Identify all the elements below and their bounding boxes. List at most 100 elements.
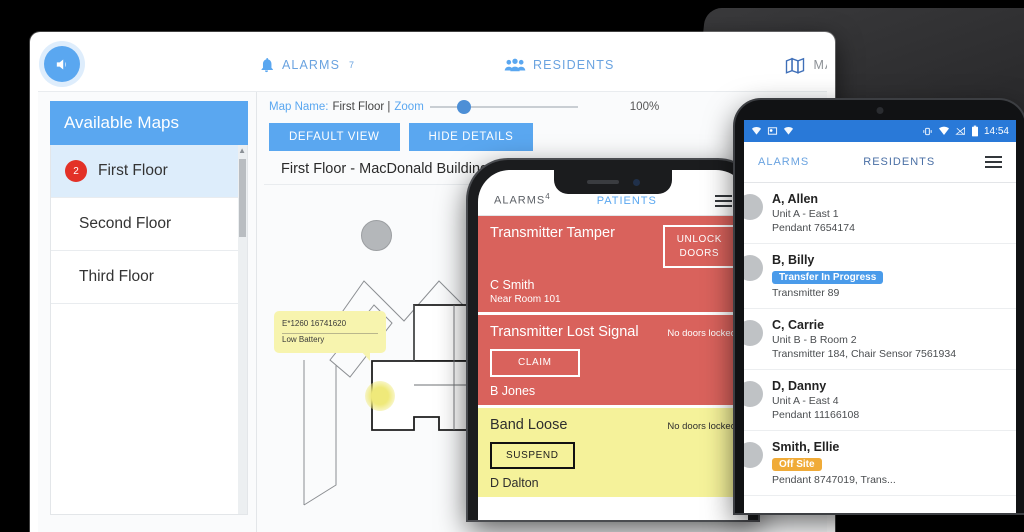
nav-item-maps[interactable]: MAPS (784, 56, 827, 74)
hamburger-icon[interactable] (985, 156, 1002, 168)
resident-devices: Pendant 7654174 (772, 222, 855, 234)
sidebar-title: Available Maps (50, 101, 248, 145)
suspend-button[interactable]: SUSPEND (490, 441, 575, 469)
alarm-title: Band Loose (490, 416, 568, 433)
tablet-top-nav: ALARMS 7 RESIDENTS M (38, 39, 827, 92)
map-tooltip: E*1260 16741620 Low Battery (274, 311, 386, 361)
alarm-door-status: No doors locked (667, 328, 736, 339)
sidebar-item-first-floor[interactable]: 2 First Floor (51, 145, 247, 198)
avatar (744, 381, 763, 407)
hide-details-button[interactable]: HIDE DETAILS (408, 123, 534, 151)
map-icon (786, 57, 805, 74)
zoom-slider-handle[interactable] (456, 100, 471, 114)
alarm-title: Transmitter Lost Signal (490, 324, 639, 340)
avatar (744, 442, 763, 468)
alarm-door-status: No doors locked (667, 420, 736, 432)
resident-list-item[interactable]: D, Danny Unit A - East 4 Pendant 1116610… (744, 370, 1016, 431)
claim-button[interactable]: CLAIM (490, 349, 580, 377)
resident-list-item[interactable]: C, Carrie Unit B - B Room 2 Transmitter … (744, 309, 1016, 370)
nav-item-residents[interactable]: RESIDENTS (504, 56, 614, 74)
resident-list-item[interactable]: Smith, Ellie Off Site Pendant 8747019, T… (744, 431, 1016, 496)
resident-info: B, Billy Transfer In Progress Transmitte… (772, 253, 884, 299)
tab-alarms[interactable]: ALARMS4 (494, 192, 551, 207)
scrollbar-thumb[interactable] (239, 159, 246, 237)
vibrate-icon (923, 127, 932, 135)
zoom-label: Zoom (394, 101, 424, 113)
sidebar-item-label: First Floor (98, 162, 168, 179)
sidebar-item-second-floor[interactable]: Second Floor (51, 198, 247, 251)
alarm-header: Transmitter Tamper UNLOCK DOORS (490, 225, 736, 268)
resident-name: D, Danny (772, 379, 827, 393)
map-name-row: Map Name: First Floor | Zoom 100% (269, 98, 817, 116)
alarm-location: Near Room 101 (490, 294, 561, 305)
zoom-slider[interactable] (429, 100, 578, 114)
wifi-icon (783, 126, 794, 135)
map-marker-gray[interactable] (361, 220, 392, 251)
resident-devices: Pendant 8747019, Trans... (772, 474, 896, 486)
android-status-bar: 14:54 (744, 120, 1016, 142)
android-device: 14:54 ALARMS RESIDENTS A, Allen Unit A -… (735, 100, 1024, 513)
alarm-card[interactable]: Transmitter Tamper UNLOCK DOORS C Smith … (478, 216, 748, 312)
resident-name: Smith, Ellie (772, 440, 840, 454)
nav-item-alarms[interactable]: ALARMS 7 (258, 56, 354, 74)
unlock-doors-button[interactable]: UNLOCK DOORS (662, 225, 736, 268)
screenshot-icon (767, 127, 778, 135)
tooltip-device-id: E*1260 16741620 (282, 318, 378, 334)
tab-alarms-count: 4 (545, 192, 551, 202)
resident-devices: Transmitter 89 (772, 287, 840, 299)
tab-alarms[interactable]: ALARMS (758, 156, 809, 168)
tab-alarms-label: ALARMS (494, 195, 546, 207)
nav-alarms-count: 7 (349, 60, 355, 70)
signal-icon (955, 127, 965, 135)
alarm-person-name: C Smith (490, 278, 535, 292)
sidebar-item-third-floor[interactable]: Third Floor (51, 251, 247, 304)
resident-name: A, Allen (772, 192, 819, 206)
map-name-label: Map Name: (269, 101, 329, 113)
scroll-up-icon[interactable]: ▲ (238, 147, 246, 155)
unlock-doors-line1: UNLOCK (676, 234, 722, 245)
resident-info: D, Danny Unit A - East 4 Pendant 1116610… (772, 379, 859, 421)
sidebar-item-label: Third Floor (79, 268, 154, 285)
map-alarm-marker[interactable] (365, 381, 395, 411)
speaker-icon[interactable] (44, 46, 80, 82)
status-badge: Off Site (772, 458, 822, 471)
android-tab-bar: ALARMS RESIDENTS (744, 142, 1016, 183)
bell-icon (261, 57, 273, 73)
wifi-icon (938, 126, 949, 135)
sidebar-scrollbar[interactable]: ▲ (238, 145, 247, 514)
status-badge: Transfer In Progress (772, 271, 884, 284)
tab-residents[interactable]: RESIDENTS (863, 156, 935, 168)
alarm-header: Transmitter Lost Signal No doors locked (490, 324, 736, 340)
resident-name: C, Carrie (772, 318, 825, 332)
hamburger-icon[interactable] (715, 195, 732, 207)
resident-name: B, Billy (772, 253, 815, 267)
iphone-device: ALARMS4 PATIENTS Transmitter Tamper UNLO… (468, 160, 758, 520)
sidebar-list: 2 First Floor Second Floor Third Floor ▲ (50, 145, 248, 515)
front-camera-icon (632, 178, 640, 186)
resident-unit: Unit B - B Room 2 (772, 334, 857, 346)
nav-label-alarms: ALARMS (282, 58, 341, 72)
resident-info: C, Carrie Unit B - B Room 2 Transmitter … (772, 318, 956, 360)
earpiece-speaker (586, 180, 619, 184)
alarm-title: Transmitter Tamper (490, 225, 615, 241)
resident-list-item[interactable]: B, Billy Transfer In Progress Transmitte… (744, 244, 1016, 309)
iphone-notch (554, 170, 672, 194)
nav-label-residents: RESIDENTS (533, 58, 615, 72)
tab-patients[interactable]: PATIENTS (597, 195, 657, 207)
resident-list-item[interactable]: A, Allen Unit A - East 1 Pendant 7654174 (744, 183, 1016, 244)
maps-sidebar: Available Maps 2 First Floor Second Floo… (38, 92, 256, 532)
battery-icon (971, 125, 978, 137)
resident-devices: Pendant 11166108 (772, 409, 860, 421)
people-icon (504, 58, 526, 72)
status-bar-time: 14:54 (983, 125, 1009, 137)
default-view-button[interactable]: DEFAULT VIEW (269, 123, 400, 151)
alarm-card[interactable]: Transmitter Lost Signal No doors locked … (478, 315, 748, 405)
tooltip-status: Low Battery (282, 335, 325, 344)
android-screen: 14:54 ALARMS RESIDENTS A, Allen Unit A -… (744, 120, 1016, 513)
sidebar-item-label: Second Floor (79, 215, 172, 232)
alarm-count-badge: 2 (65, 160, 87, 182)
alarm-header: Band Loose No doors locked (490, 417, 736, 433)
resident-info: A, Allen Unit A - East 1 Pendant 7654174 (772, 192, 855, 234)
alarm-person-name: B Jones (490, 383, 536, 398)
alarm-card[interactable]: Band Loose No doors locked SUSPEND D Dal… (478, 407, 748, 497)
